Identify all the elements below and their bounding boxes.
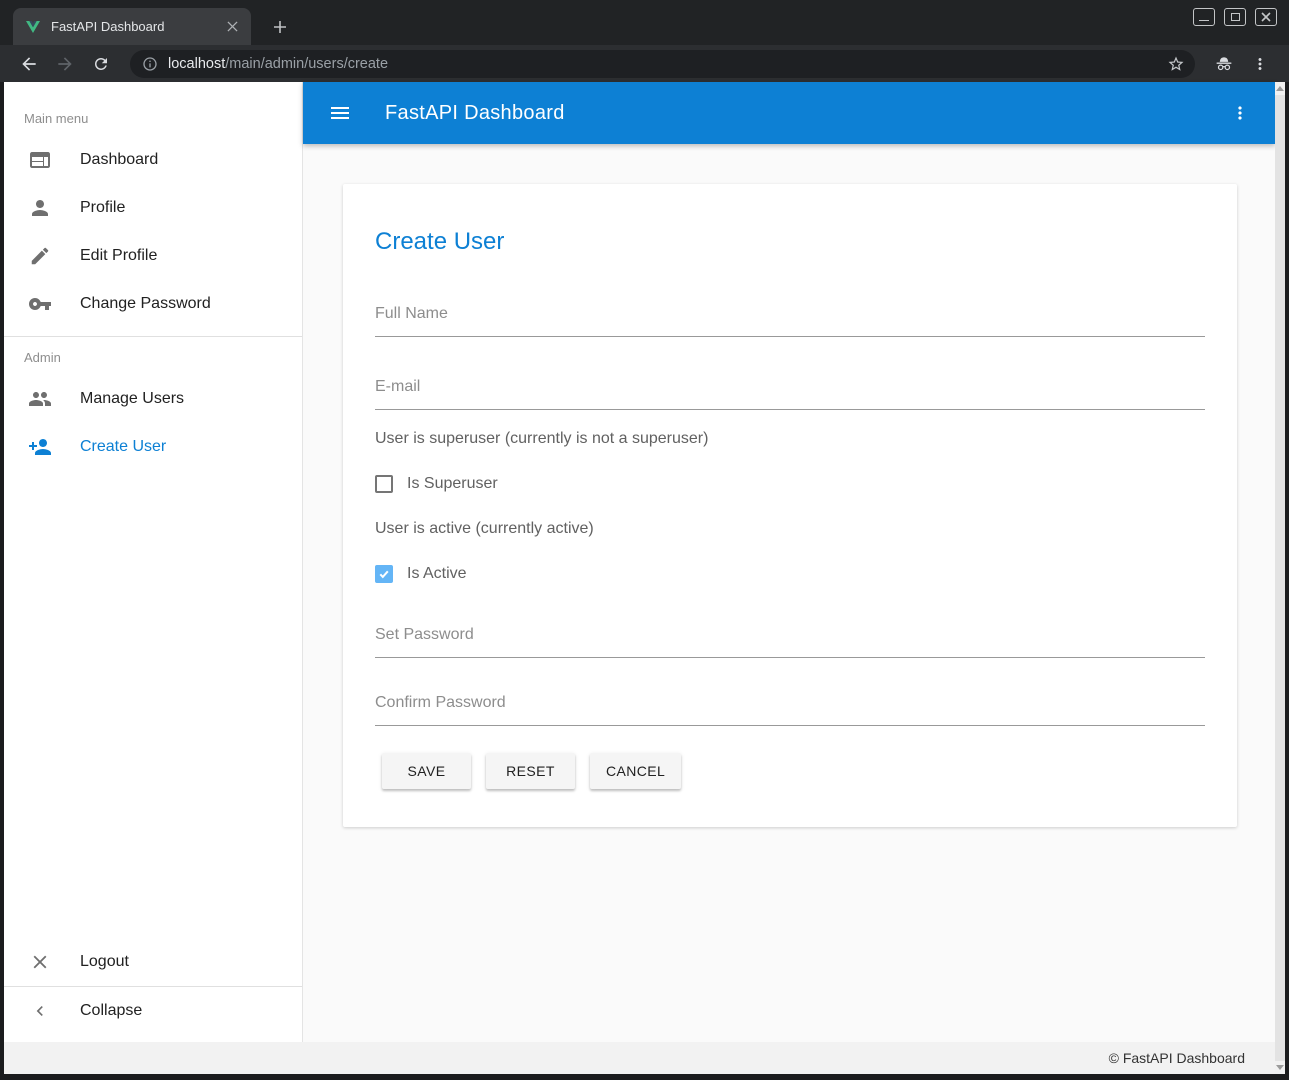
- sidebar-spacer: [4, 471, 302, 938]
- sidebar-item-collapse[interactable]: Collapse: [4, 987, 302, 1035]
- vue-favicon-icon: [25, 19, 41, 35]
- page-title: Create User: [375, 226, 1205, 258]
- scrollbar-down-icon[interactable]: [1276, 1065, 1284, 1070]
- sidebar-item-edit-profile[interactable]: Edit Profile: [4, 232, 302, 280]
- sidebar-item-label: Manage Users: [80, 390, 184, 408]
- sidebar-item-label: Collapse: [80, 1002, 142, 1020]
- full-name-input[interactable]: [375, 292, 1205, 337]
- sidebar: Main menu Dashboard Profile: [4, 82, 303, 1042]
- back-icon[interactable]: [14, 49, 44, 79]
- chevron-left-icon: [28, 999, 52, 1023]
- create-user-card: Create User User is superuser (currently…: [343, 184, 1237, 827]
- sidebar-item-label: Edit Profile: [80, 247, 157, 265]
- person-add-icon: [28, 435, 52, 459]
- email-input[interactable]: [375, 365, 1205, 410]
- superuser-checkbox-label: Is Superuser: [407, 475, 498, 493]
- url-path: /main/admin/users/create: [225, 56, 388, 72]
- hamburger-menu-icon[interactable]: [325, 98, 355, 128]
- sidebar-item-label: Profile: [80, 199, 125, 217]
- sidebar-item-profile[interactable]: Profile: [4, 184, 302, 232]
- sidebar-item-change-password[interactable]: Change Password: [4, 280, 302, 328]
- address-bar[interactable]: localhost/main/admin/users/create: [130, 50, 1195, 78]
- scrollbar-up-icon[interactable]: [1276, 86, 1284, 91]
- dashboard-icon: [28, 148, 52, 172]
- tab-close-icon[interactable]: [223, 18, 241, 36]
- main-area: FastAPI Dashboard Create User User is su…: [303, 82, 1275, 1042]
- set-password-input[interactable]: [375, 613, 1205, 658]
- maximize-button[interactable]: [1224, 8, 1246, 26]
- window-controls: [1193, 8, 1277, 26]
- window-frame-bottom: [0, 1074, 1289, 1080]
- form-buttons: SAVE RESET CANCEL: [375, 753, 1205, 789]
- reset-button[interactable]: RESET: [486, 753, 575, 789]
- superuser-checkbox[interactable]: [375, 475, 393, 493]
- key-icon: [28, 292, 52, 316]
- browser-menu-icon[interactable]: [1245, 49, 1275, 79]
- sidebar-item-label: Logout: [80, 953, 129, 971]
- sidebar-item-manage-users[interactable]: Manage Users: [4, 375, 302, 423]
- save-button[interactable]: SAVE: [382, 753, 471, 789]
- url-host: localhost: [168, 56, 225, 72]
- sidebar-item-logout[interactable]: Logout: [4, 938, 302, 986]
- scrollbar-thumb[interactable]: [1275, 95, 1285, 1061]
- minimize-button[interactable]: [1193, 8, 1215, 26]
- sidebar-item-label: Create User: [80, 438, 166, 456]
- url-text[interactable]: localhost/main/admin/users/create: [168, 56, 1167, 72]
- superuser-checkbox-row[interactable]: Is Superuser: [375, 472, 1205, 496]
- pencil-icon: [28, 244, 52, 268]
- forward-icon[interactable]: [50, 49, 80, 79]
- close-button[interactable]: [1255, 8, 1277, 26]
- sidebar-section-main-menu: Main menu: [4, 102, 302, 136]
- browser-toolbar: localhost/main/admin/users/create: [0, 45, 1289, 82]
- app-footer: © FastAPI Dashboard: [4, 1042, 1285, 1074]
- logout-x-icon: [28, 950, 52, 974]
- bookmark-star-icon[interactable]: [1167, 55, 1185, 73]
- browser-tab[interactable]: FastAPI Dashboard: [13, 8, 251, 45]
- browser-titlebar: FastAPI Dashboard: [0, 0, 1289, 45]
- sidebar-item-label: Change Password: [80, 295, 211, 313]
- tab-title: FastAPI Dashboard: [51, 19, 223, 34]
- browser-window: FastAPI Dashboard: [0, 0, 1289, 1080]
- sidebar-item-create-user[interactable]: Create User: [4, 423, 302, 471]
- people-icon: [28, 387, 52, 411]
- superuser-hint: User is superuser (currently is not a su…: [375, 428, 1205, 450]
- active-checkbox[interactable]: [375, 565, 393, 583]
- confirm-password-input[interactable]: [375, 681, 1205, 726]
- reload-icon[interactable]: [86, 49, 116, 79]
- page-scrollbar[interactable]: [1275, 82, 1285, 1074]
- app-header: FastAPI Dashboard: [303, 82, 1275, 144]
- cancel-button[interactable]: CANCEL: [590, 753, 681, 789]
- sidebar-divider: [4, 336, 302, 337]
- active-checkbox-row[interactable]: Is Active: [375, 562, 1205, 586]
- sidebar-item-dashboard[interactable]: Dashboard: [4, 136, 302, 184]
- incognito-icon: [1209, 49, 1239, 79]
- sidebar-item-label: Dashboard: [80, 151, 158, 169]
- page-info-icon[interactable]: [142, 56, 158, 72]
- active-checkbox-label: Is Active: [407, 565, 467, 583]
- person-icon: [28, 196, 52, 220]
- app-title: FastAPI Dashboard: [385, 102, 1225, 125]
- app-menu-dots-icon[interactable]: [1225, 98, 1255, 128]
- active-hint: User is active (currently active): [375, 518, 1205, 540]
- sidebar-section-admin: Admin: [4, 341, 302, 375]
- new-tab-button[interactable]: [266, 13, 294, 41]
- copyright-text: © FastAPI Dashboard: [1109, 1050, 1245, 1066]
